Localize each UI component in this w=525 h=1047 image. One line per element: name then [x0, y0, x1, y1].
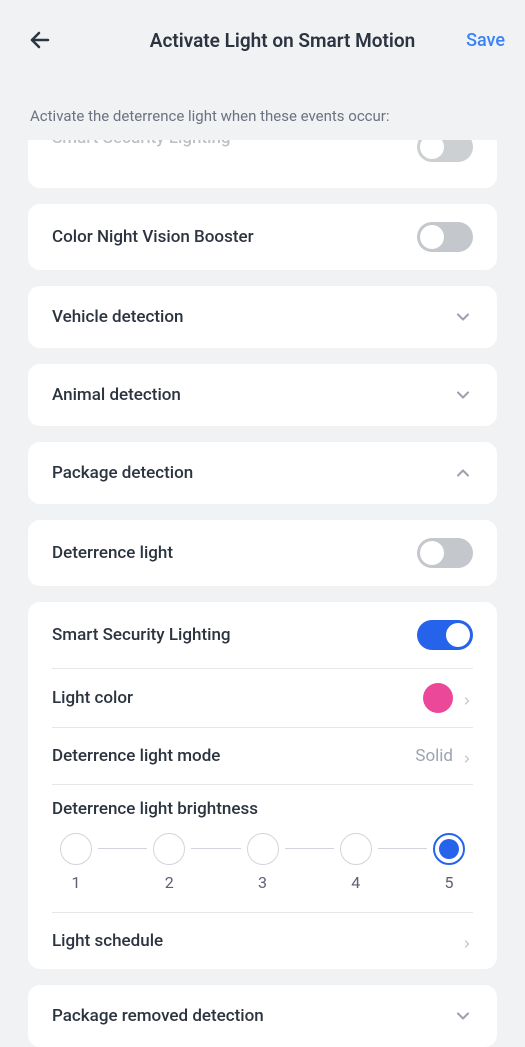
- row-smart-security-lighting: Smart Security Lighting: [28, 602, 497, 668]
- card-vehicle[interactable]: Vehicle detection: [28, 286, 497, 348]
- chevron-down-icon: [453, 385, 473, 405]
- brightness-slider[interactable]: 1 2 3 4 5: [52, 833, 473, 892]
- card-deterrence-light: Deterrence light: [28, 520, 497, 586]
- chevron-up-icon: [453, 463, 473, 483]
- toggle-color-night[interactable]: [417, 222, 473, 252]
- row-label: Deterrence light: [52, 543, 417, 563]
- row-label: Smart Security Lighting: [52, 625, 417, 645]
- row-deterrence-light: Deterrence light: [28, 520, 497, 586]
- brightness-step-2[interactable]: 2: [153, 833, 185, 892]
- page-subtitle: Activate the deterrence light when these…: [0, 72, 525, 140]
- chevron-right-icon: [461, 935, 473, 947]
- row-light-color[interactable]: Light color: [28, 669, 497, 727]
- brightness-circle-icon: [153, 833, 185, 865]
- row-label: Package detection: [52, 463, 453, 483]
- brightness-step-5[interactable]: 5: [433, 833, 465, 892]
- line-icon: [378, 848, 427, 850]
- card-animal[interactable]: Animal detection: [28, 364, 497, 426]
- brightness-circle-icon: [60, 833, 92, 865]
- toggle-knob-icon: [446, 623, 470, 647]
- brightness-number: 5: [445, 873, 454, 892]
- line-icon: [191, 848, 240, 850]
- row-package-detection[interactable]: Package detection: [28, 442, 497, 504]
- chevron-down-icon: [453, 1006, 473, 1026]
- brightness-number: 2: [165, 873, 174, 892]
- brightness-number: 3: [258, 873, 267, 892]
- row-package-removed-detection[interactable]: Package removed detection: [28, 985, 497, 1047]
- brightness-number: 4: [351, 873, 360, 892]
- chevron-down-icon: [453, 307, 473, 327]
- brightness-section: Deterrence light brightness 1 2 3 4: [28, 785, 497, 912]
- card-package-header[interactable]: Package detection: [28, 442, 497, 504]
- toggle-smart-security[interactable]: [417, 620, 473, 650]
- row-label: Light color: [52, 688, 423, 708]
- row-color-night-booster: Color Night Vision Booster: [28, 204, 497, 270]
- card-package-removed[interactable]: Package removed detection: [28, 985, 497, 1047]
- brightness-circle-icon: [247, 833, 279, 865]
- toggle-smart-security-cutoff[interactable]: [417, 140, 473, 162]
- card-color-night: Color Night Vision Booster: [28, 204, 497, 270]
- row-label: Smart Security Lighting: [52, 140, 417, 148]
- row-value: Solid: [415, 746, 453, 766]
- row-animal-detection[interactable]: Animal detection: [28, 364, 497, 426]
- brightness-circle-active-icon: [433, 833, 465, 865]
- header-bar: Activate Light on Smart Motion Save: [0, 0, 525, 72]
- card-smart-security-group: Smart Security Lighting Light color Dete…: [28, 602, 497, 969]
- color-swatch-icon: [423, 683, 453, 713]
- chevron-right-icon: [461, 750, 473, 762]
- line-icon: [98, 848, 147, 850]
- arrow-left-icon: [28, 28, 52, 52]
- brightness-number: 1: [72, 873, 81, 892]
- toggle-deterrence-light[interactable]: [417, 538, 473, 568]
- line-icon: [285, 848, 334, 850]
- row-vehicle-detection[interactable]: Vehicle detection: [28, 286, 497, 348]
- brightness-step-4[interactable]: 4: [340, 833, 372, 892]
- row-label: Deterrence light mode: [52, 746, 415, 766]
- row-label: Light schedule: [52, 931, 461, 951]
- brightness-step-1[interactable]: 1: [60, 833, 92, 892]
- row-label: Animal detection: [52, 385, 453, 405]
- row-light-schedule[interactable]: Light schedule: [28, 913, 497, 969]
- toggle-knob-icon: [420, 225, 444, 249]
- row-label: Package removed detection: [52, 1006, 453, 1026]
- row-label: Vehicle detection: [52, 307, 453, 327]
- brightness-label: Deterrence light brightness: [52, 799, 473, 819]
- back-button[interactable]: [20, 20, 60, 60]
- chevron-right-icon: [461, 692, 473, 704]
- save-button[interactable]: Save: [466, 30, 505, 51]
- card-cutoff: Smart Security Lighting: [28, 140, 497, 188]
- row-label: Color Night Vision Booster: [52, 227, 417, 247]
- brightness-circle-icon: [340, 833, 372, 865]
- brightness-step-3[interactable]: 3: [247, 833, 279, 892]
- row-smart-security-cutoff: Smart Security Lighting: [28, 140, 497, 188]
- toggle-knob-icon: [420, 541, 444, 565]
- page-title: Activate Light on Smart Motion: [60, 29, 505, 52]
- row-light-mode[interactable]: Deterrence light mode Solid: [28, 728, 497, 784]
- toggle-knob-icon: [420, 140, 444, 159]
